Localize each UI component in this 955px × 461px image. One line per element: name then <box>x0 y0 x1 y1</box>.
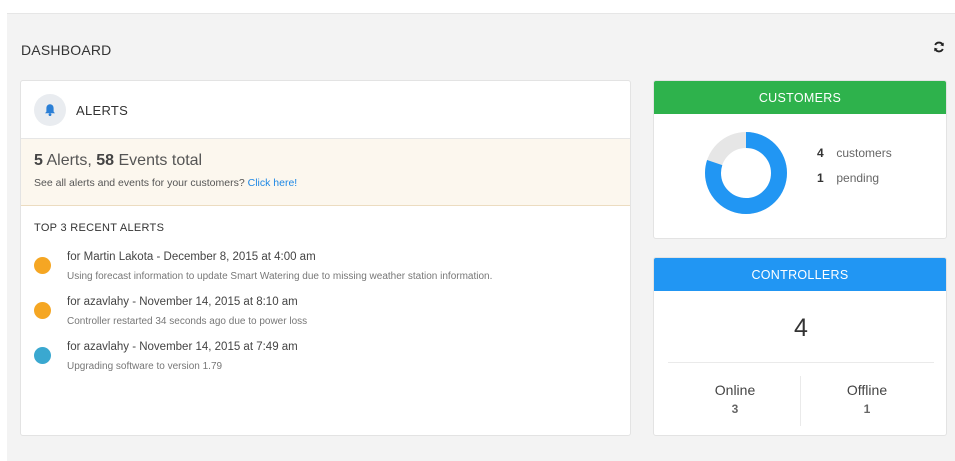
alerts-summary-sub: See all alerts and events for your custo… <box>34 177 617 189</box>
alerts-panel: ALERTS 5 Alerts, 58 Events total See all… <box>20 80 631 436</box>
pending-label: pending <box>836 171 880 185</box>
controllers-panel: CONTROLLERS 4 Online 3 Offline 1 <box>653 257 947 436</box>
customers-panel: CUSTOMERS 4 customers 1 pending <box>653 80 947 239</box>
controllers-total: 4 <box>794 314 808 342</box>
alert-detail: Upgrading software to version 1.79 <box>67 361 223 372</box>
controllers-offline: Offline 1 <box>794 382 940 416</box>
list-item[interactable]: for azavlahy - November 14, 2015 at 7:49… <box>34 341 624 381</box>
pending-count-row: 1 pending <box>817 171 879 185</box>
refresh-icon[interactable] <box>933 40 945 53</box>
alert-status-dot <box>34 302 51 319</box>
divider <box>668 362 934 363</box>
alerts-summary-sub-text: See all alerts and events for your custo… <box>34 177 248 189</box>
alert-detail: Controller restarted 34 seconds ago due … <box>67 316 308 327</box>
alert-title: for Martin Lakota - December 8, 2015 at … <box>67 251 316 263</box>
click-here-link[interactable]: Click here! <box>248 177 298 189</box>
alert-status-dot <box>34 257 51 274</box>
list-item[interactable]: for Martin Lakota - December 8, 2015 at … <box>34 251 624 291</box>
events-word: Events total <box>114 152 203 169</box>
controllers-header: CONTROLLERS <box>654 258 946 291</box>
dashboard-frame: DASHBOARD ALERTS 5 Alerts, 58 Events tot… <box>7 13 955 461</box>
online-value: 3 <box>731 402 739 416</box>
customers-count-row: 4 customers <box>817 146 892 160</box>
alert-status-dot <box>34 347 51 364</box>
customers-label: customers <box>836 146 892 160</box>
alerts-word: Alerts, <box>42 152 97 169</box>
alert-detail: Using forecast information to update Sma… <box>67 271 493 282</box>
customers-count: 4 <box>817 146 824 160</box>
alert-title: for azavlahy - November 14, 2015 at 7:49… <box>67 341 298 353</box>
list-item[interactable]: for azavlahy - November 14, 2015 at 8:10… <box>34 296 624 336</box>
alerts-summary-total: 5 Alerts, 58 Events total <box>34 152 617 170</box>
page-title: DASHBOARD <box>21 42 112 58</box>
bell-icon <box>34 94 66 126</box>
offline-value: 1 <box>863 402 871 416</box>
pending-count: 1 <box>817 171 824 185</box>
customers-donut-chart <box>705 132 787 214</box>
controllers-online: Online 3 <box>662 382 808 416</box>
offline-label: Offline <box>846 382 888 398</box>
customers-header: CUSTOMERS <box>654 81 946 114</box>
alerts-summary: 5 Alerts, 58 Events total See all alerts… <box>21 139 630 206</box>
alerts-header: ALERTS <box>21 81 630 139</box>
alerts-title: ALERTS <box>76 103 129 118</box>
alerts-count: 5 <box>34 152 43 169</box>
events-count: 58 <box>96 152 115 169</box>
online-label: Online <box>714 382 756 398</box>
recent-alerts-title: TOP 3 RECENT ALERTS <box>34 222 165 234</box>
alert-title: for azavlahy - November 14, 2015 at 8:10… <box>67 296 298 308</box>
